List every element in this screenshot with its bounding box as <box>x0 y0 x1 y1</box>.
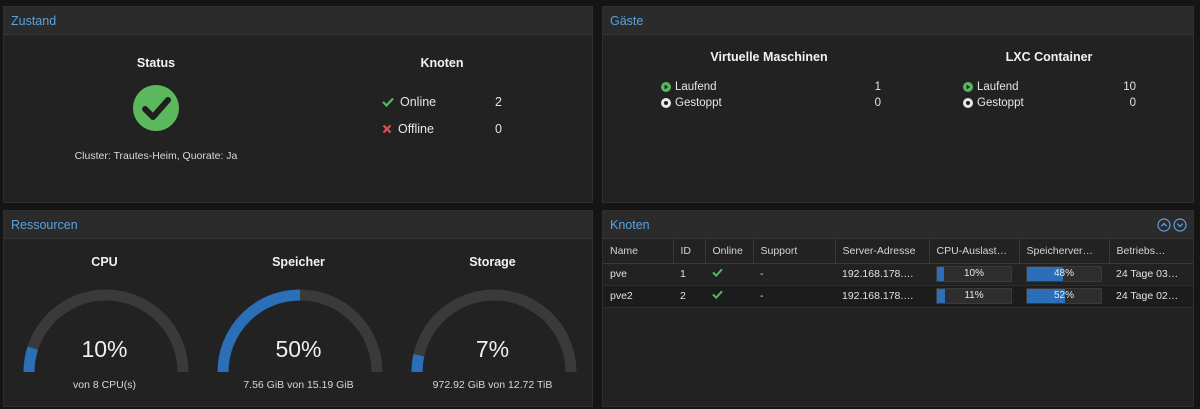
guests-header: Gäste <box>603 7 1193 35</box>
progress-text: 10% <box>963 268 984 279</box>
cell-online <box>705 285 753 308</box>
cell-memory: 48% <box>1019 263 1109 286</box>
resources-header: Ressourcen <box>4 211 592 239</box>
col-header-address[interactable]: Server-Adresse <box>835 239 930 264</box>
col-header-support[interactable]: Support <box>753 239 836 264</box>
close-icon <box>382 124 392 134</box>
gauge-detail: 7.56 GiB von 15.19 GiB <box>243 379 354 391</box>
vm-stopped-count: 0 <box>874 97 881 109</box>
cell-online <box>705 263 753 286</box>
lxc-title: LXC Container <box>1005 50 1093 64</box>
vm-running-label: Laufend <box>675 81 717 93</box>
cell-id: 2 <box>673 285 705 308</box>
vm-stopped-label: Gestoppt <box>675 97 722 109</box>
col-header-memory[interactable]: Speicherver… <box>1019 239 1110 264</box>
check-icon <box>382 97 394 107</box>
cell-cpu: 11% <box>929 285 1019 308</box>
nodes-table: Name ID Online Support Server-Adresse CP… <box>603 239 1193 308</box>
stop-circle-icon <box>963 98 973 108</box>
nodes-panel: Knoten Name ID Online Support Server-Adr… <box>602 210 1194 407</box>
lxc-stopped-row: Gestoppt <box>963 97 1024 109</box>
play-circle-icon <box>661 82 671 92</box>
vm-running-row: Laufend <box>661 81 717 93</box>
cell-name: pve2 <box>603 285 673 308</box>
cell-id: 1 <box>673 263 705 286</box>
gauge-detail: 972.92 GiB von 12.72 TiB <box>432 379 553 391</box>
cell-support: - <box>753 285 835 308</box>
offline-count: 0 <box>495 122 502 136</box>
cell-cpu: 10% <box>929 263 1019 286</box>
guests-title: Gäste <box>610 13 644 28</box>
vm-title: Virtuelle Maschinen <box>710 50 828 64</box>
resources-panel: Ressourcen CPU 10% von 8 CPU(s) Speicher… <box>3 210 593 407</box>
gauge-title: Speicher <box>272 255 325 269</box>
lxc-stopped-label: Gestoppt <box>977 97 1024 109</box>
check-icon <box>712 290 723 300</box>
resources-title: Ressourcen <box>11 217 78 232</box>
col-header-name[interactable]: Name <box>603 239 674 264</box>
vm-stopped-row: Gestoppt <box>661 97 722 109</box>
gauge-title: Storage <box>469 255 516 269</box>
zustand-header: Zustand <box>4 7 592 35</box>
zustand-title: Zustand <box>11 13 57 28</box>
cell-name: pve <box>603 263 673 286</box>
guests-panel: Gäste Virtuelle Maschinen Laufend 1 Gest… <box>602 6 1194 203</box>
cell-memory: 52% <box>1019 285 1109 308</box>
cell-uptime: 24 Tage 03… <box>1109 263 1193 286</box>
lxc-running-count: 10 <box>1123 81 1136 93</box>
col-header-online[interactable]: Online <box>705 239 754 264</box>
lxc-stopped-count: 0 <box>1129 97 1136 109</box>
gauge-percent: 50% <box>275 336 322 362</box>
storage-gauge: Storage 7% 972.92 GiB von 12.72 TiB <box>395 239 590 407</box>
online-label: Online <box>400 95 437 109</box>
col-header-uptime[interactable]: Betriebs… <box>1109 239 1193 264</box>
gauge-percent: 10% <box>81 336 128 362</box>
nodes-header: Knoten <box>603 211 1193 239</box>
progress-text: 52% <box>1053 290 1074 301</box>
nodes-title: Knoten <box>420 56 464 70</box>
cell-address: 192.168.178.… <box>835 263 929 286</box>
cell-support: - <box>753 263 835 286</box>
col-header-id[interactable]: ID <box>673 239 706 264</box>
play-circle-icon <box>963 82 973 92</box>
zustand-panel: Zustand Status Cluster: Trautes-Heim, Qu… <box>3 6 593 203</box>
vm-running-count: 1 <box>874 81 881 93</box>
memory-progress-bar: 48% <box>1026 266 1102 282</box>
cluster-info: Cluster: Trautes-Heim, Quorate: Ja <box>74 150 238 162</box>
chevron-down-icon[interactable] <box>1173 217 1187 232</box>
gauge-title: CPU <box>91 255 118 269</box>
online-row: Online <box>382 95 436 109</box>
offline-row: Offline <box>382 122 434 136</box>
cell-uptime: 24 Tage 02… <box>1109 285 1193 308</box>
cpu-gauge: CPU 10% von 8 CPU(s) <box>7 239 202 407</box>
progress-text: 48% <box>1053 268 1074 279</box>
gauge-detail: von 8 CPU(s) <box>72 379 136 391</box>
progress-text: 11% <box>964 290 984 301</box>
table-header-row: Name ID Online Support Server-Adresse CP… <box>603 239 1193 264</box>
col-header-cpu[interactable]: CPU-Auslast… <box>929 239 1020 264</box>
offline-label: Offline <box>398 122 434 136</box>
memory-progress-bar: 52% <box>1026 288 1102 304</box>
panel-tools <box>1157 217 1187 232</box>
cpu-progress-bar: 10% <box>936 266 1012 282</box>
lxc-running-label: Laufend <box>977 81 1019 93</box>
memory-gauge: Speicher 50% 7.56 GiB von 15.19 GiB <box>201 239 396 407</box>
lxc-running-row: Laufend <box>963 81 1019 93</box>
table-row[interactable]: pve2 2 - 192.168.178.… 11% 52% 24 Tage 0… <box>603 285 1193 308</box>
chevron-up-icon[interactable] <box>1157 217 1171 232</box>
online-count: 2 <box>495 95 502 109</box>
table-row[interactable]: pve 1 - 192.168.178.… 10% 48% 24 Tage 03… <box>603 263 1193 286</box>
check-circle-icon <box>133 85 179 136</box>
status-title: Status <box>136 56 176 70</box>
stop-circle-icon <box>661 98 671 108</box>
check-icon <box>712 268 723 278</box>
gauge-percent: 7% <box>475 336 510 362</box>
cpu-progress-bar: 11% <box>936 288 1012 304</box>
nodes-panel-title: Knoten <box>610 217 650 232</box>
cell-address: 192.168.178.… <box>835 285 929 308</box>
